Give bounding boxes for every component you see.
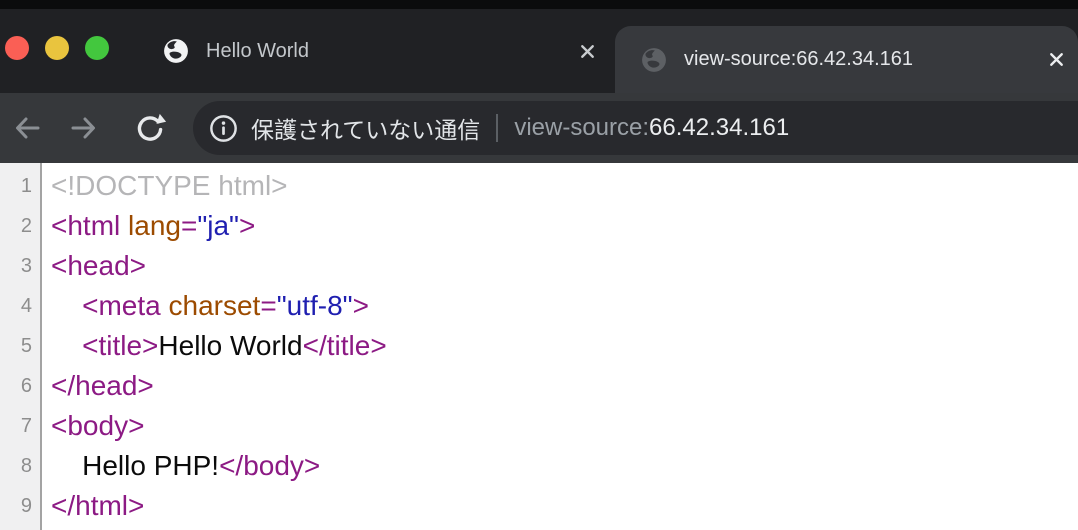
tab-view-source[interactable]: view-source:66.42.34.161 [615, 26, 1078, 93]
back-button[interactable] [6, 107, 48, 149]
tab-hello-world[interactable]: Hello World [135, 9, 612, 93]
tab-title: view-source:66.42.34.161 [684, 48, 913, 71]
line-number: 8 [0, 446, 40, 486]
line-number-gutter: 123456789 [0, 163, 42, 530]
forward-button[interactable] [63, 107, 105, 149]
close-window-button[interactable] [5, 36, 29, 60]
code-line: <meta charset="utf-8"> [51, 286, 1078, 326]
tab-title: Hello World [206, 40, 309, 63]
line-number: 3 [0, 246, 40, 286]
line-number: 5 [0, 326, 40, 366]
view-source-content: 123456789 <!DOCTYPE html><html lang="ja"… [0, 163, 1078, 530]
globe-favicon-icon [163, 38, 189, 64]
code-line: <body> [51, 406, 1078, 446]
zoom-window-button[interactable] [85, 36, 109, 60]
address-bar[interactable]: 保護されていない通信 view-source:66.42.34.161 [193, 101, 1078, 155]
minimize-window-button[interactable] [45, 36, 69, 60]
tab-close-icon[interactable] [1045, 49, 1067, 71]
tab-close-icon[interactable] [576, 40, 598, 62]
info-circle-icon[interactable] [208, 113, 239, 144]
url-scheme: view-source: [514, 114, 649, 141]
window-frame-top [0, 0, 1078, 9]
line-number: 7 [0, 406, 40, 446]
reload-button[interactable] [129, 107, 171, 149]
browser-window: Hello World view-source:66.42.34.161 [0, 0, 1078, 530]
line-number: 1 [0, 166, 40, 206]
navigation-toolbar: 保護されていない通信 view-source:66.42.34.161 [0, 93, 1078, 163]
code-line: <title>Hello World</title> [51, 326, 1078, 366]
url-text: view-source:66.42.34.161 [514, 114, 789, 142]
line-number: 9 [0, 486, 40, 526]
globe-favicon-icon [641, 47, 667, 73]
code-line: <!DOCTYPE html> [51, 166, 1078, 206]
code-line: Hello PHP!</body> [51, 446, 1078, 486]
line-number: 6 [0, 366, 40, 406]
code-line: <head> [51, 246, 1078, 286]
omnibox-separator [496, 114, 498, 142]
source-code: <!DOCTYPE html><html lang="ja"><head> <m… [42, 163, 1078, 530]
code-line: </html> [51, 486, 1078, 526]
url-host: 66.42.34.161 [649, 114, 789, 141]
tab-bar: Hello World view-source:66.42.34.161 [0, 9, 1078, 93]
security-status-label[interactable]: 保護されていない通信 [251, 111, 480, 145]
line-number: 4 [0, 286, 40, 326]
code-line: <html lang="ja"> [51, 206, 1078, 246]
window-controls [5, 36, 109, 60]
line-number: 2 [0, 206, 40, 246]
code-line: </head> [51, 366, 1078, 406]
